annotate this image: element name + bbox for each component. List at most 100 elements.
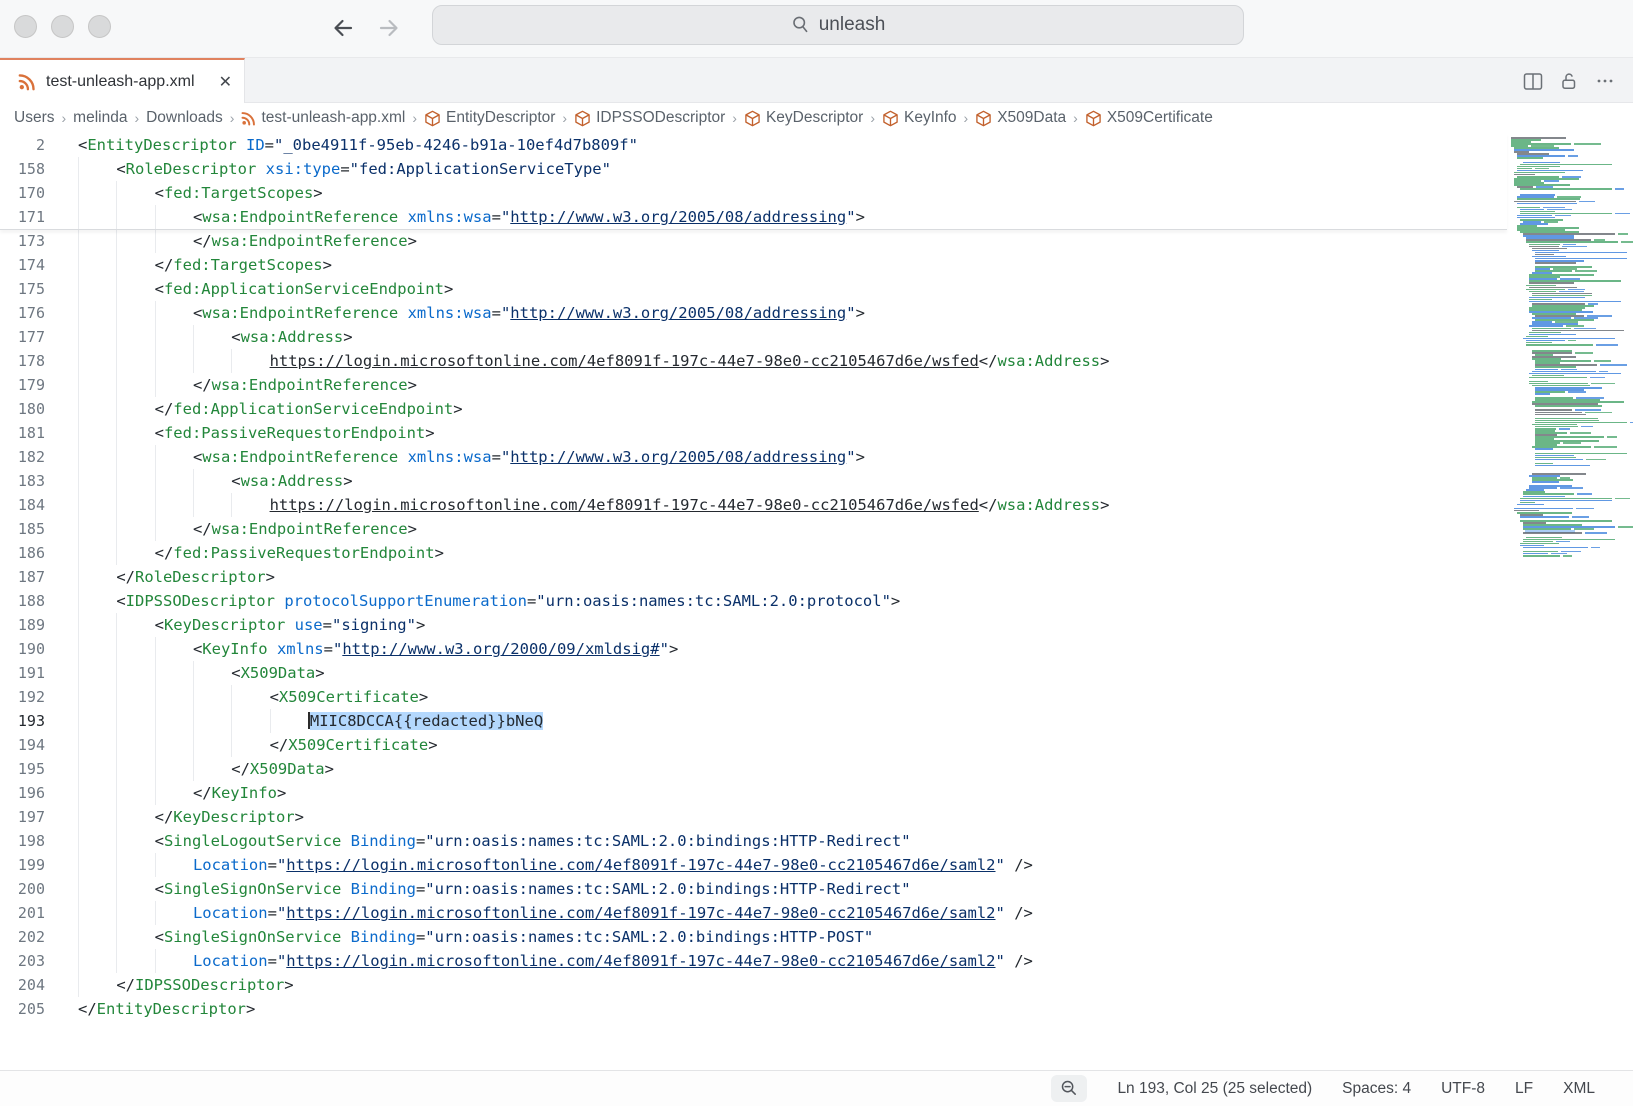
code-line[interactable]: 194 </X509Certificate> bbox=[0, 733, 1507, 757]
split-editor-icon[interactable] bbox=[1523, 72, 1543, 91]
code-line[interactable]: 182 <wsa:EndpointReference xmlns:wsa="ht… bbox=[0, 445, 1507, 469]
line-number[interactable]: 197 bbox=[0, 805, 45, 829]
line-number[interactable]: 180 bbox=[0, 397, 45, 421]
line-number[interactable]: 170 bbox=[0, 181, 45, 205]
line-number[interactable]: 188 bbox=[0, 589, 45, 613]
code-line[interactable]: 170 <fed:TargetScopes> bbox=[0, 181, 1507, 205]
more-actions-icon[interactable] bbox=[1595, 72, 1615, 90]
code-line[interactable]: 185 </wsa:EndpointReference> bbox=[0, 517, 1507, 541]
code-line[interactable]: 181 <fed:PassiveRequestorEndpoint> bbox=[0, 421, 1507, 445]
code-line[interactable]: 187 </RoleDescriptor> bbox=[0, 565, 1507, 589]
language-mode[interactable]: XML bbox=[1563, 1080, 1595, 1098]
zoom-window-button[interactable] bbox=[88, 15, 111, 38]
line-number[interactable]: 177 bbox=[0, 325, 45, 349]
code-editor[interactable]: 2 <EntityDescriptor ID="_0be4911f-95eb-4… bbox=[0, 133, 1633, 1070]
line-number[interactable]: 196 bbox=[0, 781, 45, 805]
code-line[interactable]: 158 <RoleDescriptor xsi:type="fed:Applic… bbox=[0, 157, 1507, 181]
line-number[interactable]: 204 bbox=[0, 973, 45, 997]
line-number[interactable]: 202 bbox=[0, 925, 45, 949]
line-number[interactable]: 195 bbox=[0, 757, 45, 781]
line-number[interactable]: 2 bbox=[0, 133, 45, 157]
tab-close-icon[interactable]: ✕ bbox=[219, 72, 232, 92]
command-center-search[interactable]: unleash bbox=[432, 5, 1244, 45]
breadcrumb-item-symbol[interactable]: IDPSSODescriptor bbox=[574, 109, 725, 127]
sticky-scroll[interactable]: 2 <EntityDescriptor ID="_0be4911f-95eb-4… bbox=[0, 133, 1507, 230]
code-line[interactable]: 200 <SingleSignOnService Binding="urn:oa… bbox=[0, 877, 1507, 901]
line-number[interactable]: 203 bbox=[0, 949, 45, 973]
eol-status[interactable]: LF bbox=[1515, 1080, 1533, 1098]
code-line[interactable]: 188 <IDPSSODescriptor protocolSupportEnu… bbox=[0, 589, 1507, 613]
zoom-indicator[interactable] bbox=[1051, 1075, 1087, 1102]
code-line[interactable]: 191 <X509Data> bbox=[0, 661, 1507, 685]
breadcrumb-item[interactable]: Users bbox=[14, 109, 54, 127]
line-number[interactable]: 205 bbox=[0, 997, 45, 1021]
code-line[interactable]: 195 </X509Data> bbox=[0, 757, 1507, 781]
code-line[interactable]: 190 <KeyInfo xmlns="http://www.w3.org/20… bbox=[0, 637, 1507, 661]
line-number[interactable]: 182 bbox=[0, 445, 45, 469]
code-line[interactable]: 186 </fed:PassiveRequestorEndpoint> bbox=[0, 541, 1507, 565]
line-number[interactable]: 174 bbox=[0, 253, 45, 277]
code-line[interactable]: 204 </IDPSSODescriptor> bbox=[0, 973, 1507, 997]
line-number[interactable]: 175 bbox=[0, 277, 45, 301]
cursor-position[interactable]: Ln 193, Col 25 (25 selected) bbox=[1117, 1080, 1312, 1098]
breadcrumb-item-symbol[interactable]: EntityDescriptor bbox=[424, 109, 555, 127]
breadcrumb-item[interactable]: Downloads bbox=[146, 109, 223, 127]
line-number[interactable]: 199 bbox=[0, 853, 45, 877]
line-number[interactable]: 171 bbox=[0, 205, 45, 229]
unlock-icon[interactable] bbox=[1560, 72, 1578, 91]
breadcrumb-item-symbol[interactable]: X509Data bbox=[975, 109, 1066, 127]
line-number[interactable]: 190 bbox=[0, 637, 45, 661]
minimize-window-button[interactable] bbox=[51, 15, 74, 38]
line-number[interactable]: 176 bbox=[0, 301, 45, 325]
editor-lines[interactable]: 173 </wsa:EndpointReference> 174 </fed:T… bbox=[0, 229, 1507, 1021]
line-number[interactable]: 194 bbox=[0, 733, 45, 757]
tab-test-unleash-app[interactable]: test-unleash-app.xml ✕ bbox=[0, 58, 245, 104]
line-number[interactable]: 200 bbox=[0, 877, 45, 901]
code-line[interactable]: 197 </KeyDescriptor> bbox=[0, 805, 1507, 829]
line-number[interactable]: 185 bbox=[0, 517, 45, 541]
indentation-status[interactable]: Spaces: 4 bbox=[1342, 1080, 1411, 1098]
line-number[interactable]: 158 bbox=[0, 157, 45, 181]
code-line[interactable]: 201 Location="https://login.microsoftonl… bbox=[0, 901, 1507, 925]
breadcrumb-item-symbol[interactable]: X509Certificate bbox=[1085, 109, 1213, 127]
code-line[interactable]: 179 </wsa:EndpointReference> bbox=[0, 373, 1507, 397]
minimap[interactable] bbox=[1507, 133, 1612, 693]
encoding-status[interactable]: UTF-8 bbox=[1441, 1080, 1485, 1098]
code-line[interactable]: 183 <wsa:Address> bbox=[0, 469, 1507, 493]
forward-button[interactable] bbox=[372, 10, 408, 46]
code-line[interactable]: 171 <wsa:EndpointReference xmlns:wsa="ht… bbox=[0, 205, 1507, 229]
code-line[interactable]: 2 <EntityDescriptor ID="_0be4911f-95eb-4… bbox=[0, 133, 1507, 157]
code-line[interactable]: 199 Location="https://login.microsoftonl… bbox=[0, 853, 1507, 877]
line-number[interactable]: 179 bbox=[0, 373, 45, 397]
code-line[interactable]: 196 </KeyInfo> bbox=[0, 781, 1507, 805]
breadcrumb-item-file[interactable]: test-unleash-app.xml bbox=[241, 109, 405, 127]
breadcrumb-item-symbol[interactable]: KeyDescriptor bbox=[744, 109, 863, 127]
line-number[interactable]: 186 bbox=[0, 541, 45, 565]
code-line[interactable]: 173 </wsa:EndpointReference> bbox=[0, 229, 1507, 253]
line-number[interactable]: 192 bbox=[0, 685, 45, 709]
code-line[interactable]: 184 https://login.microsoftonline.com/4e… bbox=[0, 493, 1507, 517]
back-button[interactable] bbox=[324, 10, 360, 46]
breadcrumb-item-symbol[interactable]: KeyInfo bbox=[882, 109, 957, 127]
line-number[interactable]: 178 bbox=[0, 349, 45, 373]
code-line[interactable]: 203 Location="https://login.microsoftonl… bbox=[0, 949, 1507, 973]
line-number[interactable]: 187 bbox=[0, 565, 45, 589]
line-number[interactable]: 183 bbox=[0, 469, 45, 493]
breadcrumb-item[interactable]: melinda bbox=[73, 109, 127, 127]
code-line[interactable]: 176 <wsa:EndpointReference xmlns:wsa="ht… bbox=[0, 301, 1507, 325]
line-number[interactable]: 201 bbox=[0, 901, 45, 925]
line-number[interactable]: 184 bbox=[0, 493, 45, 517]
code-line[interactable]: 189 <KeyDescriptor use="signing"> bbox=[0, 613, 1507, 637]
code-line[interactable]: 175 <fed:ApplicationServiceEndpoint> bbox=[0, 277, 1507, 301]
code-line[interactable]: 178 https://login.microsoftonline.com/4e… bbox=[0, 349, 1507, 373]
line-number[interactable]: 193 bbox=[0, 709, 45, 733]
close-window-button[interactable] bbox=[14, 15, 37, 38]
code-line[interactable]: 174 </fed:TargetScopes> bbox=[0, 253, 1507, 277]
code-line[interactable]: 192 <X509Certificate> bbox=[0, 685, 1507, 709]
code-line[interactable]: 180 </fed:ApplicationServiceEndpoint> bbox=[0, 397, 1507, 421]
code-line[interactable]: 205 </EntityDescriptor> bbox=[0, 997, 1507, 1021]
line-number[interactable]: 198 bbox=[0, 829, 45, 853]
line-number[interactable]: 191 bbox=[0, 661, 45, 685]
line-number[interactable]: 181 bbox=[0, 421, 45, 445]
code-line[interactable]: 202 <SingleSignOnService Binding="urn:oa… bbox=[0, 925, 1507, 949]
